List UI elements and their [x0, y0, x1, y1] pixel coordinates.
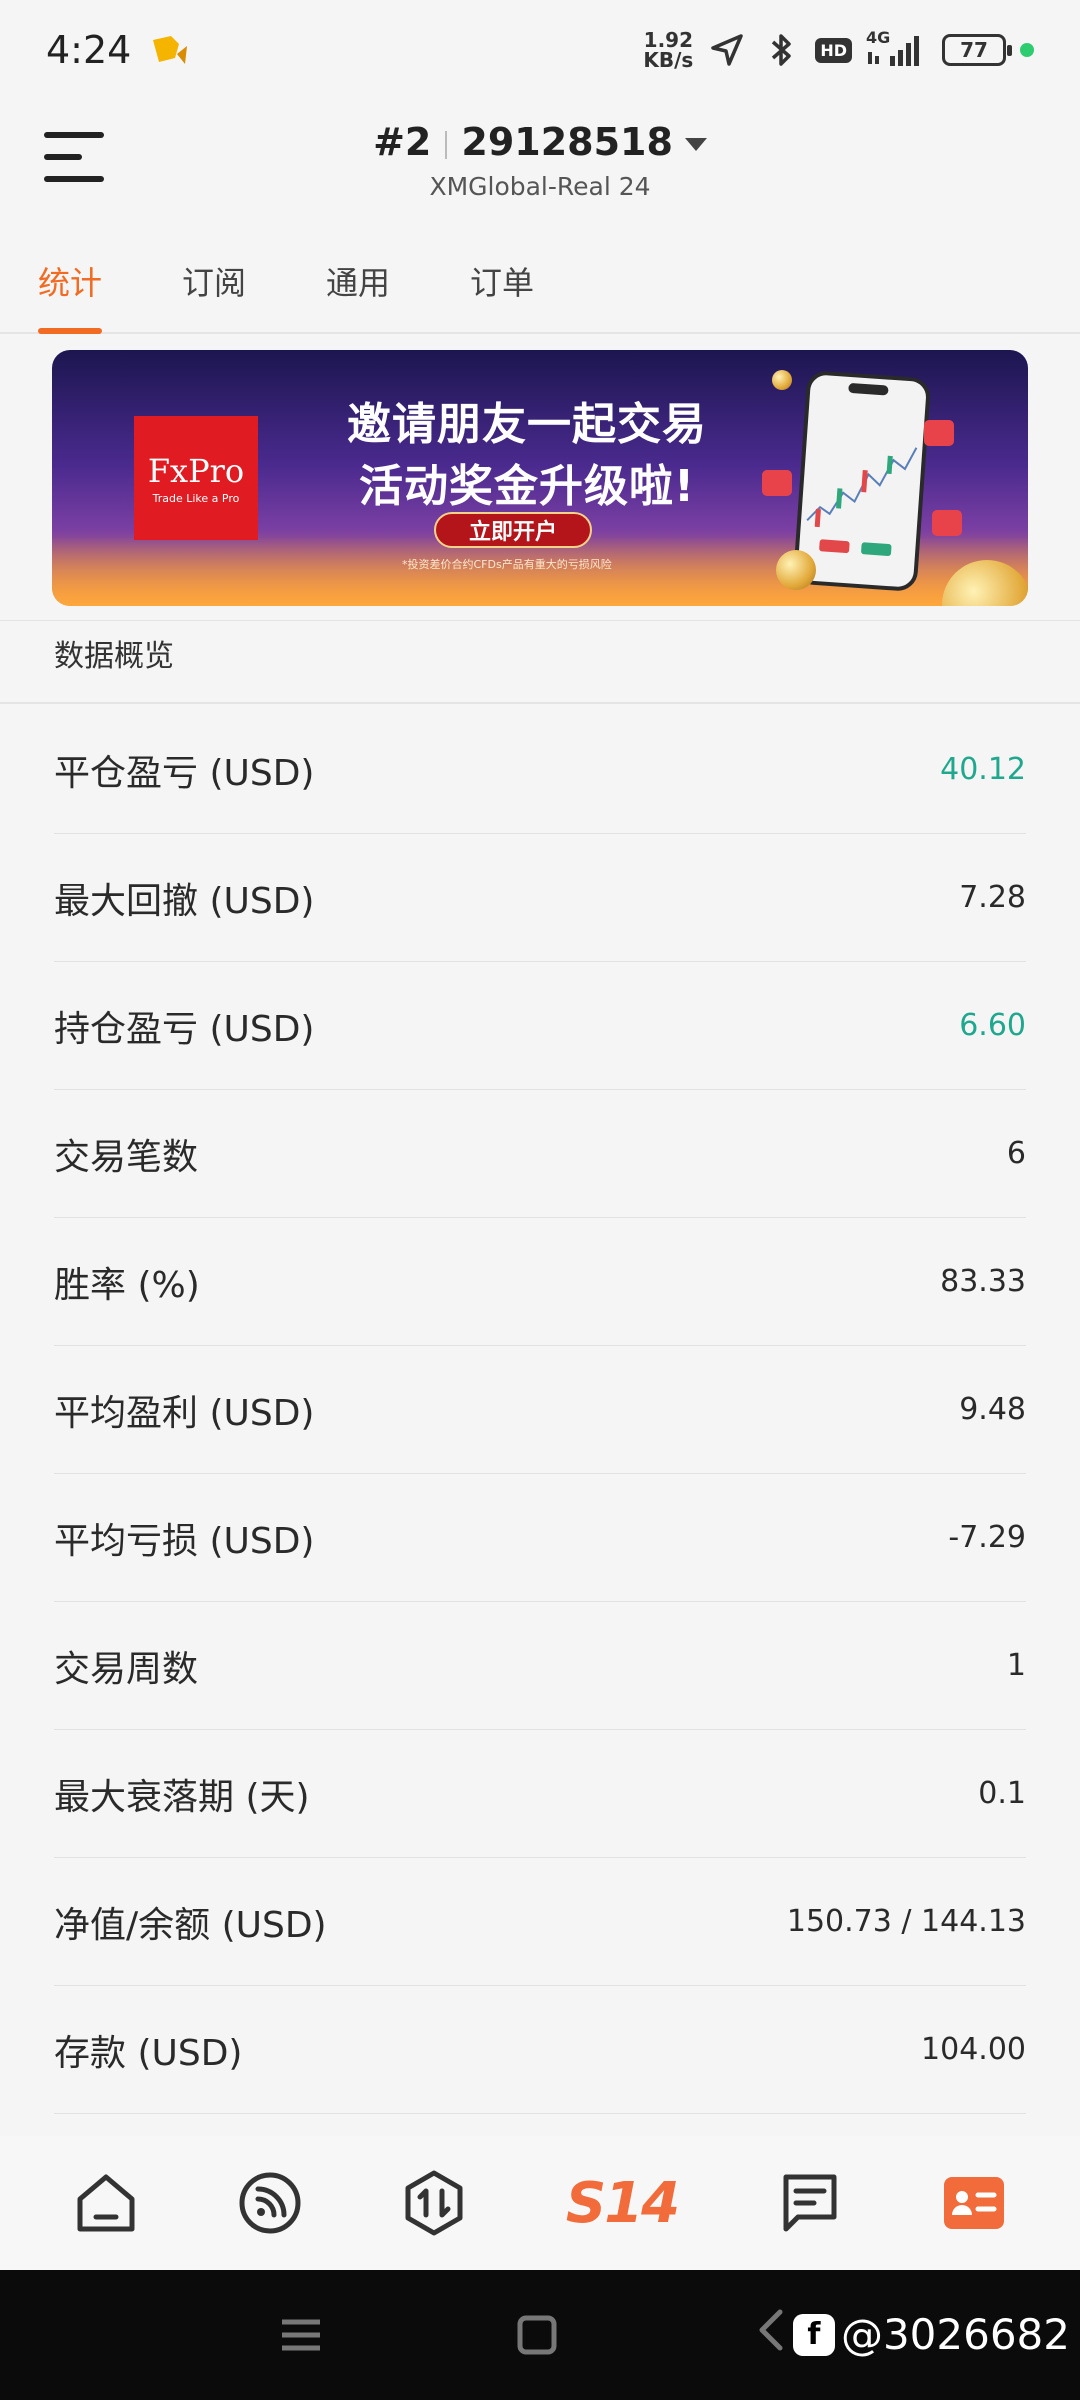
banner-disclaimer: *投资差价合约CFDs产品有重大的亏损风险 — [402, 558, 612, 571]
stat-row-avg-loss: 平均亏损 (USD) -7.29 — [54, 1474, 1026, 1602]
stat-label: 存款 (USD) — [54, 2032, 243, 2074]
stat-value: 104.00 — [921, 2032, 1026, 2067]
status-bar: 4:24 1.92 KB/s HD 4G 77 — [0, 0, 1080, 100]
stat-label: 平均盈利 (USD) — [54, 1392, 315, 1434]
status-icons: 1.92 KB/s HD 4G 77 — [643, 28, 1034, 72]
server-name: XMGlobal-Real 24 — [429, 172, 651, 201]
banner-headline: 邀请朋友一起交易 — [347, 399, 707, 450]
watermark: f @3026682 — [792, 2310, 1070, 2359]
stat-label: 最大衰落期 (天) — [54, 1776, 310, 1818]
stat-row-max-drawdown: 最大回撤 (USD) 7.28 — [54, 834, 1026, 962]
stat-row-deposit: 存款 (USD) 104.00 — [54, 1986, 1026, 2114]
stat-row-avg-profit: 平均盈利 (USD) 9.48 — [54, 1346, 1026, 1474]
battery-icon: 77 — [942, 34, 1012, 66]
stat-value: 40.12 — [940, 752, 1026, 787]
watermark-logo-icon: f — [792, 2313, 835, 2356]
open-account-button[interactable]: 立即开户 — [434, 512, 592, 548]
bottom-nav: S14 — [0, 2136, 1080, 2270]
nav-messages[interactable] — [764, 2157, 856, 2249]
phone-illustration — [792, 369, 932, 593]
account-selector[interactable]: #2 29128518 — [0, 120, 1080, 164]
stat-label: 持仓盈亏 (USD) — [54, 1008, 315, 1050]
privacy-indicator-dot — [1020, 43, 1034, 57]
cellular-signal-icon: 4G — [866, 28, 928, 70]
stat-value: 6 — [1006, 1136, 1026, 1171]
stat-value: 7.28 — [959, 880, 1026, 915]
stat-label: 胜率 (%) — [54, 1264, 200, 1306]
stat-label: 交易笔数 — [54, 1136, 199, 1178]
stat-value: 9.48 — [959, 1392, 1026, 1427]
stat-label: 净值/余额 (USD) — [54, 1904, 327, 1946]
tab-statistics[interactable]: 统计 — [38, 250, 103, 334]
hd-badge: HD — [815, 37, 852, 63]
profile-card-icon — [944, 2177, 1004, 2229]
tab-orders[interactable]: 订单 — [470, 250, 534, 332]
stat-row-trade-count: 交易笔数 6 — [54, 1090, 1026, 1218]
notification-app-icon — [149, 32, 189, 68]
trade-icon — [405, 2170, 463, 2236]
banner-subheadline: 活动奖金升级啦! — [358, 461, 696, 512]
location-icon — [707, 30, 747, 70]
recent-apps-icon[interactable] — [276, 2310, 326, 2360]
tab-bar: 统计 订阅 通用 订单 — [0, 250, 1080, 334]
stat-label: 平仓盈亏 (USD) — [54, 752, 315, 794]
stat-row-open-pnl: 持仓盈亏 (USD) 6.60 — [54, 962, 1026, 1090]
fxpro-logo: FxPro Trade Like a Pro — [134, 416, 258, 540]
system-nav-bar: f @3026682 — [0, 2270, 1080, 2400]
account-index: #2 — [373, 120, 432, 164]
account-number: 29128518 — [461, 120, 673, 164]
stat-value: 6.60 — [959, 1008, 1026, 1043]
app-header: #2 29128518 XMGlobal-Real 24 — [0, 100, 1080, 230]
stat-row-equity-balance: 净值/余额 (USD) 150.73 / 144.13 — [54, 1858, 1026, 1986]
net-speed: 1.92 KB/s — [643, 28, 694, 72]
promo-banner[interactable]: FxPro Trade Like a Pro 邀请朋友一起交易 活动奖金升级啦!… — [52, 350, 1028, 606]
nav-trade[interactable] — [388, 2157, 480, 2249]
stat-row-trading-weeks: 交易周数 1 — [54, 1602, 1026, 1730]
s14-logo: S14 — [565, 2170, 680, 2236]
section-title: 数据概览 — [0, 620, 1080, 704]
stat-label: 交易周数 — [54, 1648, 199, 1690]
tab-general[interactable]: 通用 — [326, 250, 390, 332]
stat-row-win-rate: 胜率 (%) 83.33 — [54, 1218, 1026, 1346]
home-icon — [77, 2174, 135, 2232]
stat-value: 83.33 — [940, 1264, 1026, 1299]
message-icon — [783, 2174, 837, 2232]
stat-label: 最大回撤 (USD) — [54, 880, 315, 922]
nav-s14[interactable]: S14 — [552, 2157, 692, 2249]
dropdown-caret-icon — [684, 138, 707, 151]
stat-label: 平均亏损 (USD) — [54, 1520, 315, 1562]
nav-profile[interactable] — [928, 2157, 1020, 2249]
nav-signals[interactable] — [224, 2157, 316, 2249]
back-icon[interactable] — [748, 2306, 798, 2356]
nav-home[interactable] — [60, 2157, 152, 2249]
signal-icon — [239, 2172, 301, 2234]
home-button-icon[interactable] — [512, 2310, 562, 2360]
stat-value: 1 — [1006, 1648, 1026, 1683]
bluetooth-icon — [761, 30, 801, 70]
stat-row-max-decline-period: 最大衰落期 (天) 0.1 — [54, 1730, 1026, 1858]
status-time: 4:24 — [46, 28, 132, 72]
stat-row-closed-pnl: 平仓盈亏 (USD) 40.12 — [54, 706, 1026, 834]
stat-value: 0.1 — [978, 1776, 1026, 1811]
stat-value: -7.29 — [948, 1520, 1026, 1555]
stats-list: 平仓盈亏 (USD) 40.12 最大回撤 (USD) 7.28 持仓盈亏 (U… — [0, 706, 1080, 2114]
stat-value: 150.73 / 144.13 — [786, 1904, 1026, 1939]
tab-subscription[interactable]: 订阅 — [182, 250, 246, 332]
